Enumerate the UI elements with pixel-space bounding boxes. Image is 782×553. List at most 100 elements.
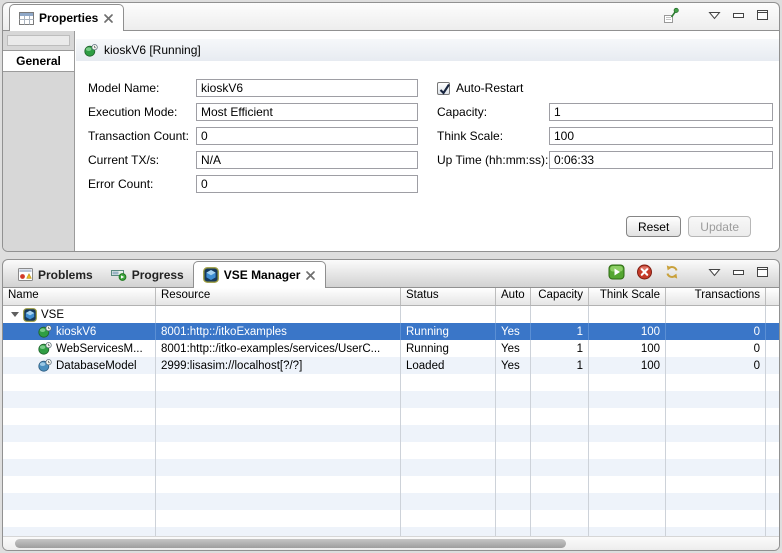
model-name-field[interactable] [196,79,418,97]
column-header-name[interactable]: Name [3,288,156,305]
field-label: Error Count: [88,177,196,191]
column-header-resource[interactable]: Resource [156,288,401,305]
column-header-transactions[interactable]: Transactions [666,288,766,305]
auto-restart-row: Auto-Restart [437,79,773,97]
cell-auto: Yes [496,357,531,374]
maximize-icon[interactable] [756,266,769,278]
cell-capacity: 1 [531,323,589,340]
table-header: NameResourceStatusAutoCapacityThink Scal… [3,288,779,306]
tab-vse-manager[interactable]: VSE Manager [193,261,327,288]
tab-label: VSE Manager [224,268,301,282]
cell-auto [496,493,531,510]
column-header-status[interactable]: Status [401,288,496,305]
table-row-kioskv6[interactable]: kioskV6 8001:http::/itkoExamplesRunningYe… [3,323,779,340]
capacity-field[interactable] [549,103,773,121]
horizontal-scrollbar[interactable] [3,536,779,550]
cell-filler [766,527,779,536]
cell-name [3,476,156,493]
cell-resource [156,459,401,476]
row-label: WebServicesM... [56,343,143,355]
cell-think_scale [589,425,666,442]
close-icon[interactable] [103,13,114,24]
pin-icon[interactable] [663,7,680,24]
cell-status [401,476,496,493]
table-row-empty [3,510,779,527]
vse-manager-view: Problems Progress VSE Manager [2,259,780,551]
cell-resource: 8001:http::/itkoExamples [156,323,401,340]
cell-status: Running [401,323,496,340]
current-tx-field[interactable] [196,151,418,169]
table-row-databasemodel[interactable]: DatabaseModel2999:lisasim://localhost[?/… [3,357,779,374]
properties-body: General kioskV6 [Running] Model Name: Ex… [2,30,780,252]
cell-filler [766,340,779,357]
cell-think_scale: 100 [589,340,666,357]
stop-icon[interactable] [636,264,653,280]
cell-transactions [666,527,766,536]
up-time-row: Up Time (hh:mm:ss): [437,151,773,169]
cell-capacity [531,493,589,510]
table-row-empty [3,425,779,442]
maximize-icon[interactable] [756,9,769,21]
reset-button[interactable]: Reset [626,216,681,237]
cell-filler [766,391,779,408]
column-header-filler [766,288,779,305]
view-menu-icon[interactable] [708,268,721,277]
cell-name [3,493,156,510]
up-time-field[interactable] [549,151,773,169]
table-row-webservicesm-[interactable]: WebServicesM... 8001:http::/itko-examples… [3,340,779,357]
row-label: kioskV6 [56,326,96,338]
close-icon[interactable] [305,270,316,281]
cell-status [401,510,496,527]
cell-think_scale [589,391,666,408]
tab-properties[interactable]: Properties [9,4,124,31]
tab-progress[interactable]: Progress [102,262,193,287]
column-header-think_scale[interactable]: Think Scale [589,288,666,305]
tab-general[interactable]: General [3,50,74,72]
auto-restart-checkbox[interactable] [437,82,450,95]
cell-resource [156,374,401,391]
tab-label: Problems [38,268,93,282]
cell-name [3,527,156,536]
cell-resource [156,510,401,527]
column-header-auto[interactable]: Auto [496,288,531,305]
table-row-vse[interactable]: VSE [3,306,779,323]
minimize-icon[interactable] [732,10,745,20]
view-menu-icon[interactable] [708,11,721,20]
cell-transactions [666,459,766,476]
cell-think_scale [589,408,666,425]
update-button[interactable]: Update [688,216,751,237]
cell-filler [766,442,779,459]
think-scale-field[interactable] [549,127,773,145]
cell-name [3,510,156,527]
run-icon[interactable] [608,264,625,280]
model-title-bar: kioskV6 [Running] [76,39,779,61]
progress-icon [111,268,127,281]
cell-auto [496,510,531,527]
refresh-icon[interactable] [664,264,680,280]
minimize-icon[interactable] [732,267,745,277]
expander-icon[interactable] [11,312,19,317]
properties-view-toolbar [663,7,773,24]
column-header-capacity[interactable]: Capacity [531,288,589,305]
tab-problems[interactable]: Problems [9,262,102,287]
properties-tabbar: Properties [2,2,780,30]
cell-resource [156,425,401,442]
field-label: Capacity: [437,105,549,119]
error-count-field[interactable] [196,175,418,193]
transaction-count-field[interactable] [196,127,418,145]
cell-status: Running [401,340,496,357]
tab-label: Progress [132,268,184,282]
properties-form: kioskV6 [Running] Model Name: Execution … [76,31,779,251]
cell-auto [496,374,531,391]
table-row-empty [3,527,779,536]
cell-think_scale: 100 [589,357,666,374]
cell-resource [156,493,401,510]
cell-status [401,442,496,459]
cell-resource: 8001:http::/itko-examples/services/UserC… [156,340,401,357]
cell-auto [496,459,531,476]
cell-transactions [666,476,766,493]
cell-auto: Yes [496,323,531,340]
cell-capacity [531,306,589,323]
execution-mode-field[interactable] [196,103,418,121]
scrollbar-thumb[interactable] [15,539,566,548]
